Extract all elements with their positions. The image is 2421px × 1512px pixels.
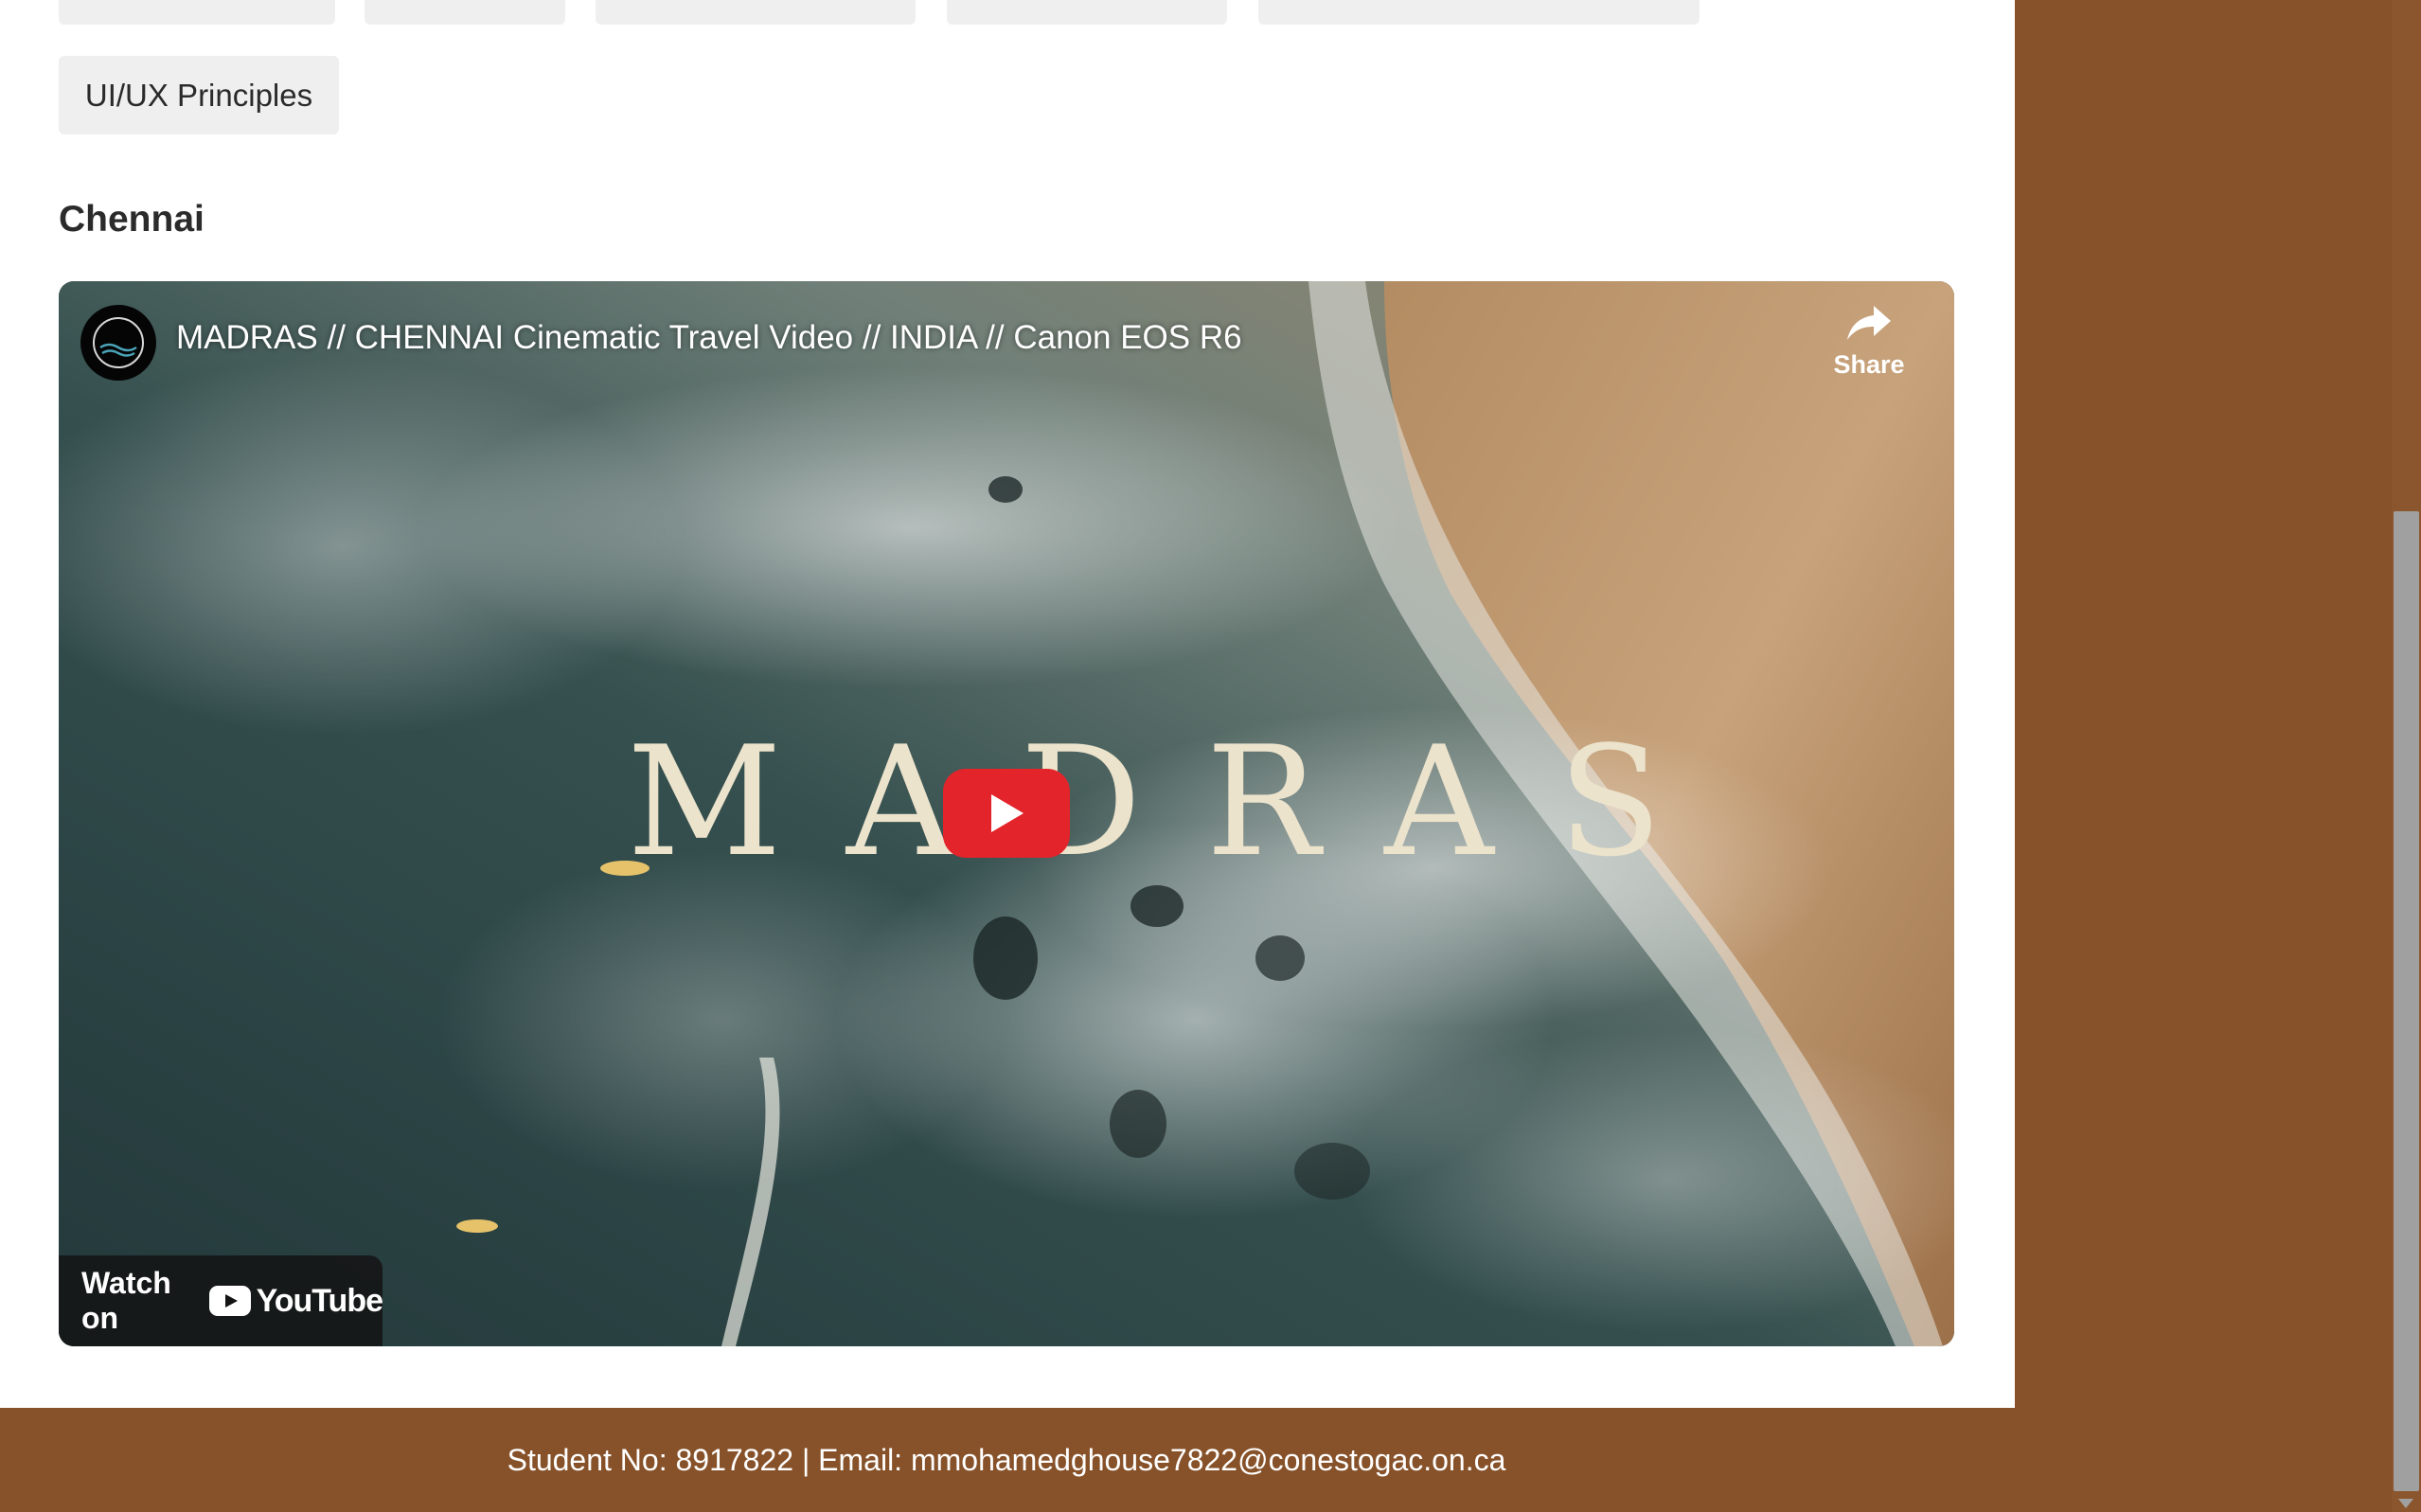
channel-logo-icon	[93, 317, 144, 368]
tag-button[interactable]	[947, 0, 1227, 25]
youtube-wordmark: YouTube	[256, 1282, 383, 1319]
play-button[interactable]	[943, 769, 1070, 858]
youtube-play-icon	[208, 1286, 251, 1316]
content-panel: UI/UX Principles Chennai MADRAS // CHENN…	[0, 0, 2015, 1408]
page-scrollbar[interactable]	[2392, 0, 2421, 1512]
scrollbar-thumb[interactable]	[2394, 511, 2419, 1491]
youtube-embed[interactable]: MADRAS // CHENNAI Cinematic Travel Video…	[59, 281, 1954, 1346]
tag-button[interactable]	[596, 0, 916, 25]
tag-ui-ux-principles[interactable]: UI/UX Principles	[59, 56, 339, 134]
tag-button[interactable]	[59, 0, 335, 25]
play-icon	[991, 794, 1024, 832]
youtube-logo: YouTube	[208, 1282, 383, 1320]
tag-button[interactable]	[365, 0, 565, 25]
share-button[interactable]: Share	[1822, 302, 1916, 380]
footer: Student No: 8917822 | Email: mmohamedgho…	[0, 1408, 2392, 1512]
channel-avatar[interactable]	[80, 305, 156, 381]
scroll-down-arrow-icon[interactable]	[2398, 1499, 2413, 1508]
video-title[interactable]: MADRAS // CHENNAI Cinematic Travel Video…	[176, 319, 1242, 357]
footer-text: Student No: 8917822 | Email: mmohamedgho…	[507, 1442, 1506, 1477]
share-icon	[1847, 306, 1891, 340]
section-heading: Chennai	[59, 199, 205, 240]
share-label: Share	[1833, 350, 1905, 379]
tag-button[interactable]	[1258, 0, 1700, 25]
watch-on-label: Watch on	[81, 1266, 171, 1335]
watch-on-youtube-button[interactable]: Watch on YouTube	[59, 1255, 383, 1346]
